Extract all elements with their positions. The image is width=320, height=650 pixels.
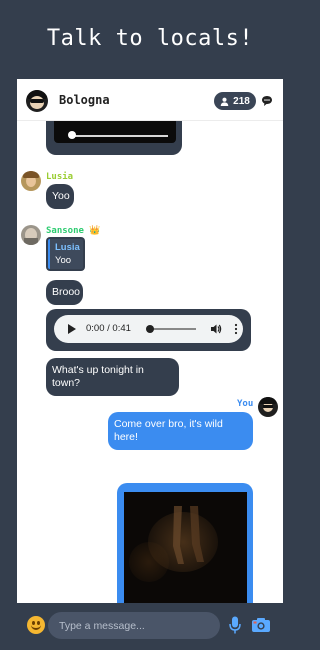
avatar[interactable] [21,171,41,191]
message-bubble[interactable]: Yoo [46,184,74,209]
message-list[interactable]: Lusia Yoo Sansone 👑 Lusia Yoo Brooo 0:00… [17,121,283,603]
chat-header: Bologna 218 [17,79,283,121]
audio-message-partial [46,121,182,155]
sender-name: Sansone 👑 [46,226,101,236]
composer-bar [17,603,283,650]
crown-badge: 👑 [89,226,101,236]
avatar[interactable] [258,397,278,417]
video-message [117,483,253,603]
chat-bubble-icon[interactable] [261,95,273,107]
audio-message: 0:00 / 0:41 [46,309,251,351]
sender-name: Lusia [46,172,74,182]
emoji-icon[interactable] [27,616,45,634]
my-message-bubble[interactable]: Come over bro, it's wild here! [108,412,253,450]
camera-icon[interactable] [251,617,271,633]
audio-seek-knob[interactable] [68,131,76,139]
room-avatar[interactable] [26,90,48,112]
audio-player[interactable] [54,121,176,143]
message-bubble[interactable]: What's up tonight in town? [46,358,179,396]
reply-quote-text: Yoo [55,255,72,266]
message-input[interactable] [48,612,220,639]
promo-headline: Talk to locals! [46,26,254,51]
video-player[interactable] [124,492,247,603]
avatar[interactable] [21,225,41,245]
audio-seek-knob[interactable] [146,325,154,333]
mic-icon[interactable] [229,616,241,634]
sender-name-text: Sansone [46,226,84,236]
sender-name: You [237,399,254,409]
reply-quote[interactable]: Lusia Yoo [46,237,85,271]
user-icon [220,97,229,106]
message-bubble[interactable]: Brooo [46,280,83,305]
audio-time: 0:00 / 0:41 [86,323,131,334]
reply-quote-name: Lusia [55,242,80,253]
member-count-badge[interactable]: 218 [214,92,256,110]
volume-icon[interactable] [210,323,222,335]
play-icon[interactable] [68,324,76,334]
member-count: 218 [233,95,250,107]
room-title: Bologna [59,93,110,107]
phone-screen: Bologna 218 Lusia Yoo Sansone 👑 Lusia Yo… [17,79,283,650]
more-icon[interactable] [234,323,238,335]
audio-player[interactable]: 0:00 / 0:41 [54,315,243,343]
